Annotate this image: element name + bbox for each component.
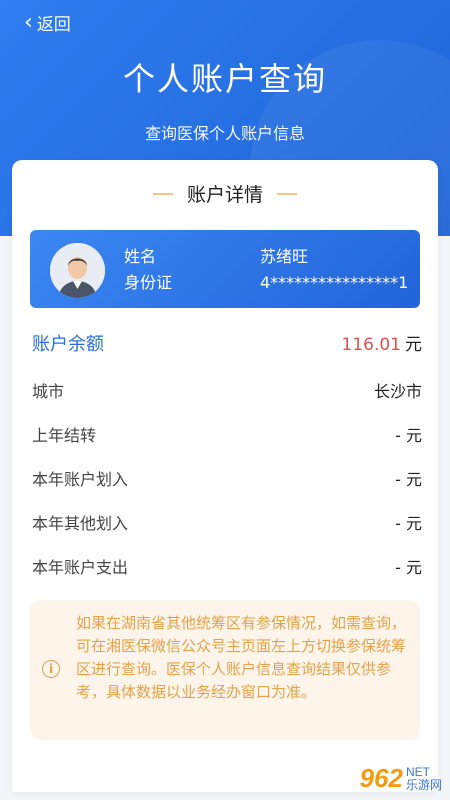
row-label: 上年结转	[32, 426, 97, 445]
title-dash-right	[277, 192, 297, 195]
id-label: 身份证	[124, 273, 173, 292]
balance-row: 账户余额 116.01 元	[32, 330, 422, 356]
row-value: - 元	[395, 514, 422, 533]
row-account-expense: 本年账户支出 - 元	[32, 554, 422, 578]
card-title-text: 账户详情	[186, 184, 263, 206]
watermark-sub: NET 乐游网	[405, 764, 442, 792]
balance-amount: 116.01	[341, 335, 401, 355]
row-value: - 元	[395, 558, 422, 577]
row-other-transfer-in: 本年其他划入 - 元	[32, 510, 422, 534]
avatar	[50, 243, 105, 298]
row-city: 城市 长沙市	[32, 378, 422, 402]
watermark-logo: 962 NET 乐游网	[360, 763, 442, 794]
notice-box: i 如果在湖南省其他统筹区有参保情况，如需查询，可在湘医保微信公众号主页面左上方…	[30, 600, 420, 740]
row-value: - 元	[395, 470, 422, 489]
info-icon: i	[42, 660, 60, 678]
page-subtitle: 查询医保个人账户信息	[144, 124, 305, 143]
back-label: 返回	[36, 15, 71, 35]
row-account-transfer-in: 本年账户划入 - 元	[32, 466, 422, 490]
chevron-left-icon: ‹	[24, 9, 33, 35]
user-avatar-icon	[50, 243, 105, 298]
row-label: 本年其他划入	[32, 514, 129, 533]
watermark-site: 乐游网	[405, 777, 442, 792]
row-label: 城市	[32, 382, 65, 401]
notice-text: 如果在湖南省其他统筹区有参保情况，如需查询，可在湘医保微信公众号主页面左上方切换…	[76, 614, 407, 701]
row-label: 本年账户支出	[32, 558, 129, 577]
title-dash-left	[152, 192, 173, 195]
card-title: 账户详情	[12, 180, 438, 207]
balance-unit: 元	[405, 335, 422, 355]
identity-values: 苏绪旺 4****************1	[260, 244, 408, 296]
back-button[interactable]: ‹ 返回	[24, 10, 71, 35]
watermark-main: 962	[359, 763, 403, 793]
balance-label: 账户余额	[32, 334, 104, 355]
account-card: 账户详情 姓名 身份证 苏绪旺 4****************1 账户余额 …	[12, 160, 438, 792]
row-last-year-carryover: 上年结转 - 元	[32, 422, 422, 446]
identity-labels: 姓名 身份证	[124, 244, 172, 296]
id-value: 4****************1	[260, 273, 409, 292]
watermark-net: NET	[405, 764, 430, 779]
name-value: 苏绪旺	[260, 247, 309, 266]
balance-value: 116.01 元	[342, 330, 422, 356]
page-title: 个人账户查询	[122, 60, 327, 98]
identity-card: 姓名 身份证 苏绪旺 4****************1	[30, 230, 420, 308]
row-value: - 元	[395, 426, 422, 445]
name-label: 姓名	[124, 247, 157, 266]
row-label: 本年账户划入	[32, 470, 129, 489]
row-value: 长沙市	[373, 382, 422, 401]
